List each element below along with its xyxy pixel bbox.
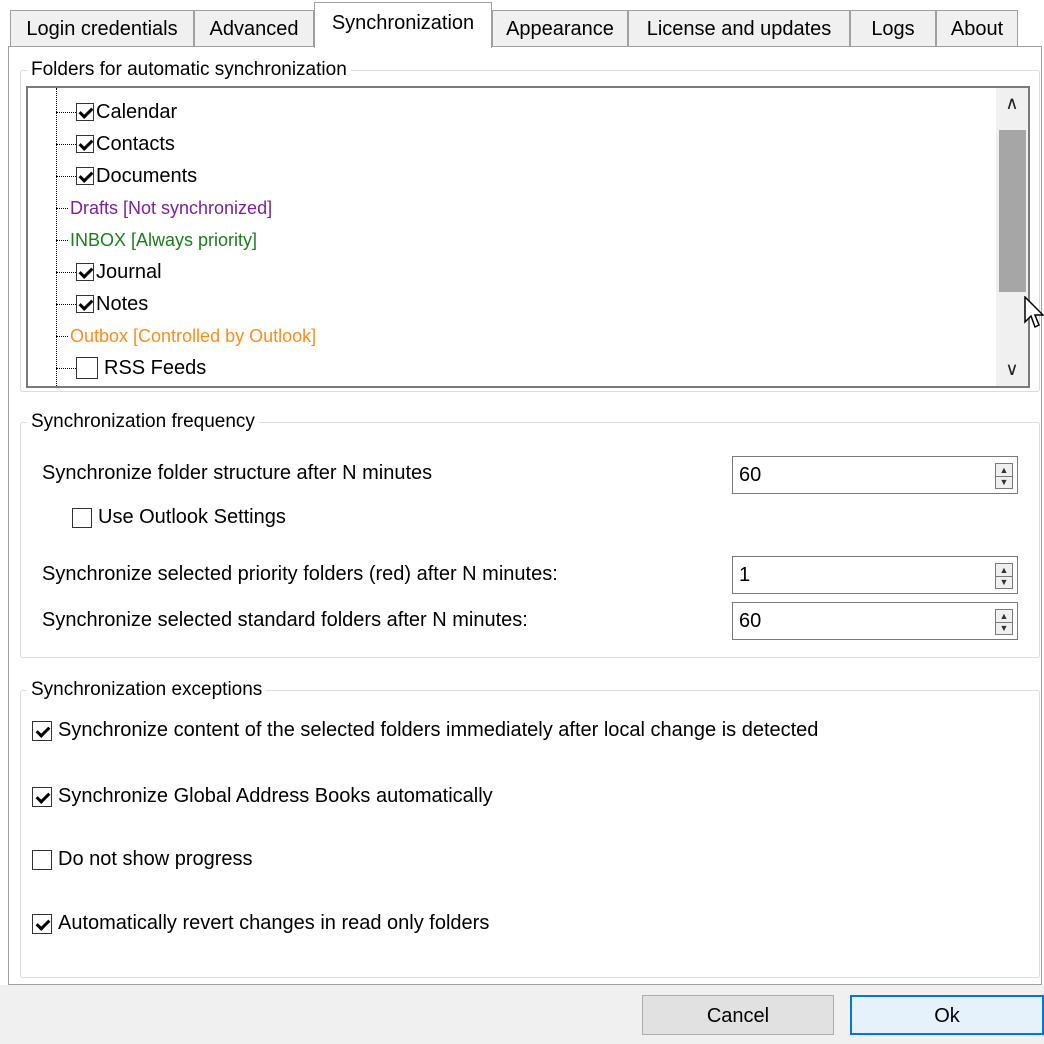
standard-folders-stepper[interactable]: ▲ ▼ bbox=[732, 602, 1018, 640]
tab-appearance[interactable]: Appearance bbox=[492, 10, 628, 46]
spin-down-icon[interactable]: ▼ bbox=[996, 576, 1012, 588]
tree-item-label: Journal bbox=[96, 260, 162, 283]
tab-advanced[interactable]: Advanced bbox=[194, 10, 314, 46]
cancel-button[interactable]: Cancel bbox=[642, 995, 834, 1035]
tab-about[interactable]: About bbox=[936, 10, 1018, 46]
standard-folders-spin-buttons[interactable]: ▲ ▼ bbox=[995, 609, 1013, 635]
tree-item-label: Documents bbox=[96, 164, 198, 187]
folder-tree-scrollbar[interactable]: ∧ ∨ bbox=[996, 88, 1028, 386]
sync-address-books-label: Synchronize Global Address Books automat… bbox=[58, 785, 493, 807]
tab-strip: Login credentials Advanced Synchronizati… bbox=[0, 0, 1044, 48]
folder-structure-input[interactable] bbox=[735, 459, 987, 491]
tab-login-credentials[interactable]: Login credentials bbox=[10, 10, 194, 46]
standard-folders-input[interactable] bbox=[735, 605, 987, 637]
do-not-show-progress-label: Do not show progress bbox=[58, 848, 253, 870]
revert-read-only-checkbox[interactable] bbox=[32, 913, 52, 934]
sync-immediately-row[interactable]: Synchronize content of the selected fold… bbox=[32, 719, 818, 742]
tree-item-notes[interactable]: Notes bbox=[28, 288, 148, 320]
folders-group-legend: Folders for automatic synchronization bbox=[31, 59, 347, 80]
tree-item-drafts[interactable]: Drafts [Not synchronized] bbox=[28, 192, 272, 224]
documents-checkbox[interactable] bbox=[76, 167, 94, 185]
contacts-checkbox[interactable] bbox=[76, 135, 94, 153]
tree-item-inbox[interactable]: INBOX [Always priority] bbox=[28, 224, 257, 256]
spin-down-icon[interactable]: ▼ bbox=[996, 476, 1012, 488]
priority-folders-stepper[interactable]: ▲ ▼ bbox=[732, 556, 1018, 594]
sync-immediately-label: Synchronize content of the selected fold… bbox=[58, 719, 819, 741]
tab-license-and-updates[interactable]: License and updates bbox=[628, 10, 850, 46]
calendar-checkbox[interactable] bbox=[76, 103, 94, 121]
sync-immediately-checkbox[interactable] bbox=[32, 720, 52, 741]
journal-checkbox[interactable] bbox=[76, 263, 94, 281]
priority-folders-input[interactable] bbox=[735, 559, 987, 591]
sync-address-books-row[interactable]: Synchronize Global Address Books automat… bbox=[32, 785, 493, 808]
scrollbar-thumb[interactable] bbox=[999, 130, 1026, 292]
standard-folders-label: Synchronize selected standard folders af… bbox=[42, 609, 528, 631]
use-outlook-settings-row[interactable]: Use Outlook Settings bbox=[72, 506, 286, 529]
sync-address-books-checkbox[interactable] bbox=[32, 786, 52, 807]
tree-item-rss-feeds[interactable]: RSS Feeds bbox=[28, 352, 206, 384]
tree-item-label: Contacts bbox=[96, 132, 175, 155]
mouse-cursor-icon bbox=[1024, 296, 1044, 329]
tree-item-label: Notes bbox=[96, 292, 149, 315]
priority-folders-spin-buttons[interactable]: ▲ ▼ bbox=[995, 563, 1013, 589]
priority-folders-label: Synchronize selected priority folders (r… bbox=[42, 563, 558, 585]
revert-read-only-label: Automatically revert changes in read onl… bbox=[58, 912, 490, 934]
revert-read-only-row[interactable]: Automatically revert changes in read onl… bbox=[32, 912, 489, 935]
tree-item-documents[interactable]: Documents bbox=[28, 160, 197, 192]
folder-structure-spin-buttons[interactable]: ▲ ▼ bbox=[995, 463, 1013, 489]
tab-logs[interactable]: Logs bbox=[850, 10, 936, 46]
do-not-show-progress-checkbox[interactable] bbox=[32, 849, 52, 870]
use-outlook-settings-label: Use Outlook Settings bbox=[98, 506, 286, 528]
folder-tree[interactable]: Calendar Contacts Documents Drafts [Not … bbox=[26, 86, 1030, 388]
tree-item-contacts[interactable]: Contacts bbox=[28, 128, 175, 160]
chevron-down-icon[interactable]: ∨ bbox=[996, 354, 1028, 384]
dialog-button-bar: Cancel Ok bbox=[0, 985, 1044, 1044]
tree-item-calendar[interactable]: Calendar bbox=[28, 96, 177, 128]
tree-item-journal[interactable]: Journal bbox=[28, 256, 162, 288]
tree-item-outbox[interactable]: Outbox [Controlled by Outlook] bbox=[28, 320, 316, 352]
tree-item-label: INBOX [Always priority] bbox=[70, 229, 258, 250]
tree-item-label: RSS Feeds bbox=[104, 356, 207, 379]
rss-feeds-checkbox[interactable] bbox=[76, 357, 98, 379]
folder-structure-stepper[interactable]: ▲ ▼ bbox=[732, 456, 1018, 494]
tree-item-label: Calendar bbox=[96, 100, 178, 123]
use-outlook-settings-checkbox[interactable] bbox=[72, 507, 92, 528]
do-not-show-progress-row[interactable]: Do not show progress bbox=[32, 848, 253, 871]
ok-button[interactable]: Ok bbox=[850, 995, 1044, 1035]
folder-structure-label: Synchronize folder structure after N min… bbox=[42, 462, 433, 484]
exceptions-group-legend: Synchronization exceptions bbox=[31, 679, 263, 700]
notes-checkbox[interactable] bbox=[76, 295, 94, 313]
chevron-up-icon[interactable]: ∧ bbox=[996, 88, 1028, 118]
tab-synchronization[interactable]: Synchronization bbox=[314, 2, 492, 48]
frequency-group-legend: Synchronization frequency bbox=[31, 411, 255, 432]
tree-item-label: Outbox [Controlled by Outlook] bbox=[70, 325, 317, 346]
tree-item-label: Drafts [Not synchronized] bbox=[70, 197, 273, 218]
spin-down-icon[interactable]: ▼ bbox=[996, 622, 1012, 634]
